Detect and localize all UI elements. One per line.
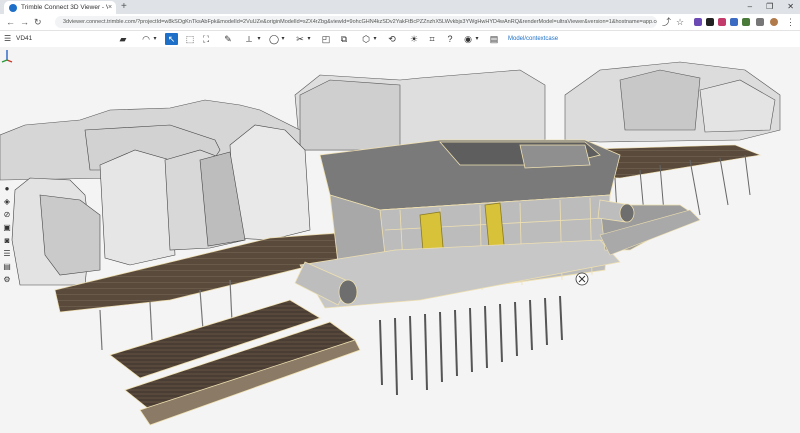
address-bar[interactable]: 3dviewer.connect.trimble.com/?projectId=… [55,16,657,28]
browser-menu-icon[interactable]: ⋮ [786,16,795,28]
forward-arrow-icon[interactable]: → [20,16,29,28]
back-arrow-icon[interactable]: ← [6,16,15,28]
save-view-icon[interactable]: ▤ [488,33,500,45]
list-icon[interactable]: ☰ [2,249,12,259]
properties-icon[interactable]: ▤ [2,262,12,272]
tab-title: Trimble Connect 3D Viewer - VI... [21,4,108,11]
maximize-button[interactable]: ❐ [766,0,773,14]
mode-link[interactable]: Model/contextcase [508,33,558,45]
sun-light-icon[interactable]: ☀ [408,33,420,45]
hamburger-menu-icon[interactable]: ☰ [4,33,11,45]
3d-model-scene [0,61,781,426]
extension-icon[interactable] [718,18,726,26]
edit-markup-icon[interactable]: ✎ [222,33,234,45]
extension-icon[interactable] [742,18,750,26]
box-select-icon[interactable]: ⬚ [184,33,196,45]
info-icon[interactable]: ● [2,184,12,194]
measure-icon[interactable]: ⟂ [242,33,256,45]
chevron-down-icon[interactable]: ▾ [306,33,312,45]
eye-visibility-icon[interactable]: ◉ [462,33,474,45]
piles-station [379,295,563,396]
axis-triad-icon [1,50,13,63]
viewer-toolbar: ☰ VD41 ▰ ◠ ▾ ↖ ⬚ ⛶ ✎ ⟂ ▾ ◯ ▾ ✂ ▾ ◰ ⧉ ⬡ ▾… [0,31,800,48]
scissors-section-icon[interactable]: ✂ [294,33,306,45]
tunnel-front [109,299,361,426]
new-tab-button[interactable]: + [121,1,127,13]
building-center [294,69,546,151]
select-pointer-icon[interactable]: ↖ [165,33,178,45]
help-icon[interactable]: ? [444,33,456,45]
browser-nav-bar: ← → ↻ 3dviewer.connect.trimble.com/?proj… [0,14,800,31]
clipping-box-icon[interactable]: ⧉ [338,33,350,45]
chevron-down-icon[interactable]: ▾ [372,33,378,45]
building-right [564,61,781,143]
settings-icon[interactable]: ⚙ [2,275,12,285]
camera-icon[interactable]: ◰ [320,33,332,45]
chevron-down-icon[interactable]: ▾ [280,33,286,45]
crop-icon[interactable]: ⌗ [426,33,438,45]
3d-viewport[interactable]: ● ◈ ⊘ ▣ ◙ ☰ ▤ ⚙ [0,47,800,433]
minimize-button[interactable]: – [748,0,752,14]
extensions-puzzle-icon[interactable] [756,18,764,26]
reload-icon[interactable]: ↻ [34,16,42,28]
fit-to-view-icon[interactable]: ⛶ [200,33,212,45]
side-tool-strip: ● ◈ ⊘ ▣ ◙ ☰ ▤ ⚙ [2,184,13,285]
folder-icon[interactable]: ▰ [118,33,128,45]
pipe-right [597,199,635,223]
profile-avatar[interactable] [770,18,778,26]
extension-icon[interactable] [694,18,702,26]
chevron-down-icon[interactable]: ▾ [256,33,262,45]
window-controls: – ❐ ✕ [748,0,794,14]
bookmark-star-icon[interactable]: ☆ [676,16,684,28]
rotate-cube-icon[interactable]: ⟲ [386,33,398,45]
browser-tab-bar: Trimble Connect 3D Viewer - VI... × + – … [0,0,800,14]
chevron-down-icon[interactable]: ▾ [152,33,158,45]
trimble-favicon-icon [9,3,17,12]
tab-close-icon[interactable]: × [108,4,116,11]
close-window-button[interactable]: ✕ [787,0,794,14]
cube-view-icon[interactable]: ⬡ [360,33,372,45]
shape-icon[interactable]: ◯ [268,33,280,45]
share-icon[interactable]: ⤴ [662,16,671,28]
extension-icon[interactable] [730,18,738,26]
camera-snapshot-icon[interactable]: ◙ [2,236,12,246]
browser-tab[interactable]: Trimble Connect 3D Viewer - VI... × [4,1,116,14]
model-name: VD41 [16,35,33,42]
orbit-icon[interactable]: ◠ [140,33,152,45]
layers-icon[interactable]: ◈ [2,197,12,207]
link-icon[interactable]: ⊘ [2,210,12,220]
clipboard-icon[interactable]: ▣ [2,223,12,233]
extension-icon[interactable] [706,18,714,26]
chevron-down-icon[interactable]: ▾ [474,33,480,45]
